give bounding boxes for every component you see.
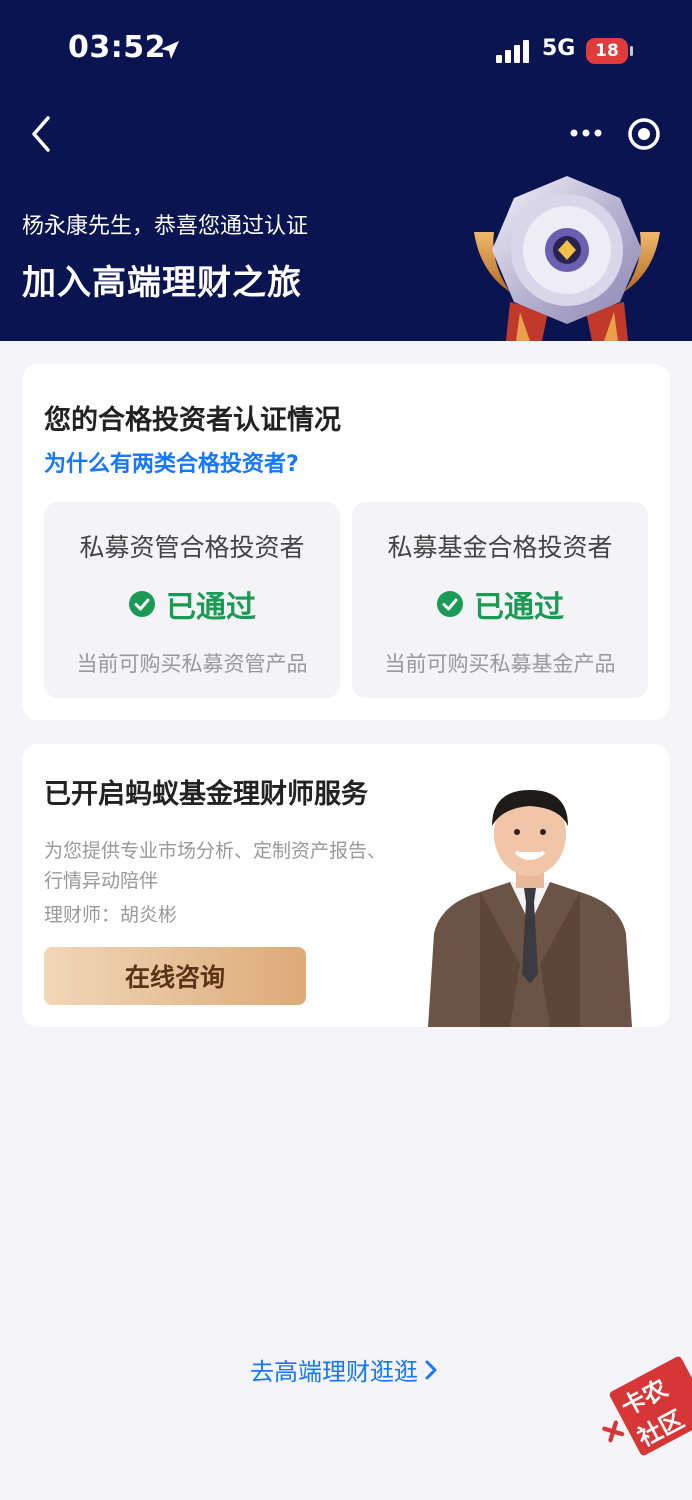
- explore-link-label: 去高端理财逛逛: [250, 1358, 418, 1386]
- tile-name: 私募资管合格投资者: [79, 533, 305, 562]
- tile-private-asset-mgmt: 私募资管合格投资者 已通过 当前可购买私募资管产品: [44, 502, 340, 698]
- check-circle-icon: [437, 591, 463, 617]
- network-label: 5G: [542, 36, 576, 61]
- tile-desc: 当前可购买私募基金产品: [384, 652, 616, 676]
- header-banner: 03:52 5G 18 杨永康先生，恭喜您通过认证 加入高端理财之旅: [0, 0, 692, 341]
- medal-badge-icon: [474, 176, 660, 341]
- advisor-name: 理财师：胡炎彬: [44, 904, 178, 926]
- tile-status-text: 已通过: [474, 590, 564, 625]
- chevron-right-icon: [425, 1360, 437, 1379]
- tile-desc: 当前可购买私募资管产品: [76, 652, 308, 676]
- signal-icon: [496, 40, 529, 63]
- battery-cap: [630, 46, 633, 56]
- tile-status: 已通过: [44, 582, 340, 626]
- battery-icon: 18: [586, 38, 628, 64]
- why-two-types-link[interactable]: 为什么有两类合格投资者?: [44, 446, 299, 478]
- advisor-service-description: 为您提供专业市场分析、定制资产报告、行情异动陪伴: [44, 840, 387, 892]
- explore-high-end-link[interactable]: 去高端理财逛逛: [250, 1352, 438, 1387]
- certification-title: 您的合格投资者认证情况: [44, 405, 341, 436]
- online-consult-button[interactable]: 在线咨询: [44, 947, 306, 1005]
- more-icon[interactable]: [566, 118, 606, 148]
- slogan-title: 加入高端理财之旅: [22, 263, 302, 303]
- tile-name: 私募基金合格投资者: [387, 533, 613, 562]
- tile-status: 已通过: [352, 582, 648, 626]
- advisor-service-title: 已开启蚂蚁基金理财师服务: [44, 779, 368, 810]
- battery-level: 18: [595, 41, 619, 61]
- watermark: 卡农社区: [588, 1355, 692, 1467]
- tile-private-fund: 私募基金合格投资者 已通过 当前可购买私募基金产品: [352, 502, 648, 698]
- certification-card: 您的合格投资者认证情况 为什么有两类合格投资者? 私募资管合格投资者 已通过 当…: [22, 364, 670, 720]
- back-icon[interactable]: [26, 114, 62, 154]
- close-target-icon[interactable]: [626, 116, 662, 152]
- greeting-text: 杨永康先生，恭喜您通过认证: [22, 214, 309, 239]
- location-arrow-icon: [161, 41, 179, 59]
- advisor-portrait: [428, 790, 632, 1027]
- check-circle-icon: [129, 591, 155, 617]
- tile-status-text: 已通过: [166, 590, 256, 625]
- status-time: 03:52: [68, 30, 166, 65]
- advisor-service-card: 已开启蚂蚁基金理财师服务 为您提供专业市场分析、定制资产报告、行情异动陪伴 理财…: [22, 744, 670, 1027]
